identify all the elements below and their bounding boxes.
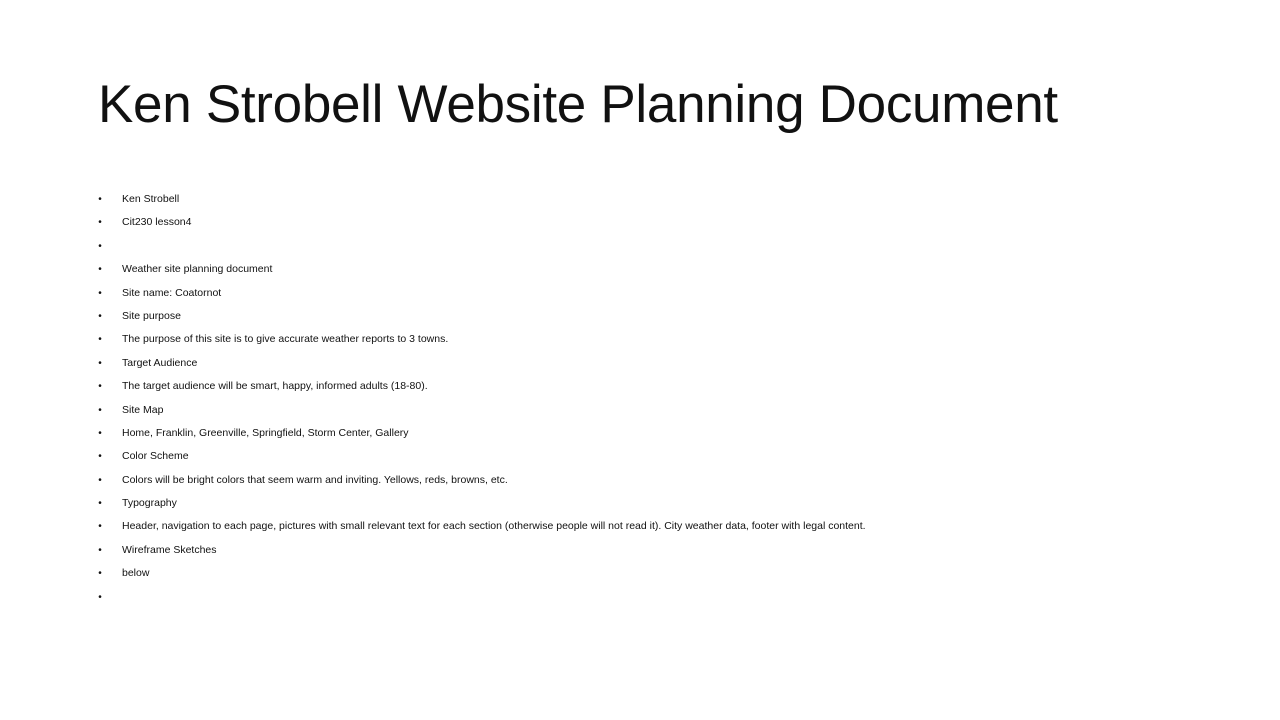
bullet-text: Site purpose (122, 309, 181, 322)
bullet-item: • Cit230 lesson4 (96, 211, 866, 234)
bullet-item: • Site purpose (96, 305, 866, 328)
bullet-text: Weather site planning document (122, 263, 273, 276)
bullet-icon: • (98, 310, 102, 322)
bullet-text: Site Map (122, 403, 164, 416)
bullet-item: • Colors will be bright colors that seem … (96, 469, 866, 492)
bullet-text: below (122, 567, 150, 580)
bullet-item: • Wireframe Sketches (96, 539, 866, 562)
bullet-icon: • (98, 568, 102, 580)
bullet-item: • (96, 235, 866, 258)
bullet-text: The purpose of this site is to give accu… (122, 333, 449, 346)
bullet-text: Target Audience (122, 356, 198, 369)
bullet-item: • Target Audience (96, 352, 866, 375)
bullet-item: • Typography (96, 492, 866, 515)
bullet-item: • Ken Strobell (96, 188, 866, 211)
bullet-text: Color Scheme (122, 450, 189, 463)
bullet-icon: • (98, 240, 102, 252)
bullet-text: Header, navigation to each page, picture… (122, 520, 866, 533)
slide-title: Ken Strobell Website Planning Document (98, 75, 1058, 134)
bullet-item: • Color Scheme (96, 445, 866, 468)
bullet-icon: • (98, 217, 102, 229)
bullet-icon: • (98, 357, 102, 369)
bullet-icon: • (98, 334, 102, 346)
bullet-item: • (96, 586, 866, 609)
bullet-icon: • (98, 591, 102, 603)
bullet-text: Site name: Coatornot (122, 286, 222, 299)
bullet-text: Cit230 lesson4 (122, 216, 192, 229)
bullet-text: Wireframe Sketches (122, 543, 217, 556)
bullet-item: • The target audience will be smart, happ… (96, 375, 866, 398)
bullet-item: • Home, Franklin, Greenville, Springfield… (96, 422, 866, 445)
bullet-icon: • (98, 498, 102, 510)
bullet-item: • Weather site planning document (96, 258, 866, 281)
bullet-text: Typography (122, 497, 177, 510)
bullet-list: • Ken Strobell • Cit230 lesson4 • • Weather… (96, 188, 866, 609)
bullet-icon: • (98, 287, 102, 299)
bullet-text: Ken Strobell (122, 193, 180, 205)
bullet-icon: • (98, 427, 102, 439)
bullet-text: Home, Franklin, Greenville, Springfield,… (122, 426, 409, 439)
bullet-item: • Site Map (96, 399, 866, 422)
bullet-icon: • (98, 194, 102, 205)
bullet-icon: • (98, 404, 102, 416)
bullet-text: Colors will be bright colors that seem w… (122, 473, 508, 486)
bullet-item: • Header, navigation to each page, pictur… (96, 515, 866, 538)
bullet-icon: • (98, 264, 102, 276)
bullet-icon: • (98, 451, 102, 463)
slide: Ken Strobell Website Planning Document •… (0, 0, 1280, 720)
bullet-icon: • (98, 521, 102, 533)
bullet-item: • The purpose of this site is to give acc… (96, 328, 866, 351)
bullet-item: • Site name: Coatornot (96, 282, 866, 305)
bullet-icon: • (98, 474, 102, 486)
bullet-icon: • (98, 544, 102, 556)
bullet-text: The target audience will be smart, happy… (122, 380, 428, 393)
bullet-icon: • (98, 381, 102, 393)
bullet-item: • below (96, 562, 866, 585)
